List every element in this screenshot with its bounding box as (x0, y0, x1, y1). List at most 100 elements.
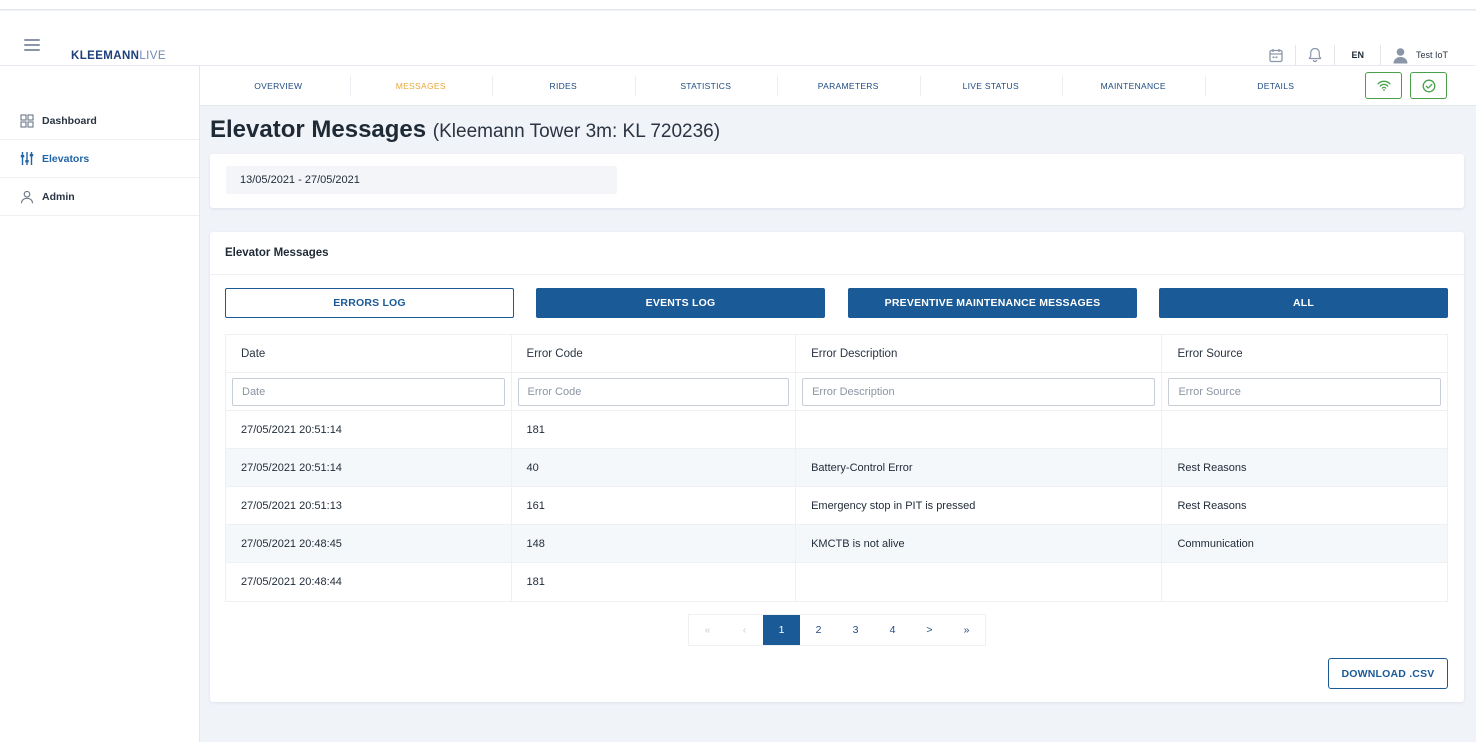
logo-light-text: LIVE (139, 50, 166, 62)
sliders-icon (20, 152, 34, 165)
sidebar-item-admin[interactable]: Admin (0, 178, 199, 216)
cell-error-code: 148 (512, 525, 797, 562)
grid-icon (20, 113, 34, 128)
log-type-buttons: ERRORS LOG EVENTS LOG PREVENTIVE MAINTEN… (225, 288, 1448, 318)
table-row[interactable]: 27/05/2021 20:48:45 148 KMCTB is not ali… (226, 525, 1447, 563)
error-source-filter-input[interactable] (1168, 377, 1441, 406)
page-button-2[interactable]: 2 (800, 615, 837, 645)
cell-error-description: Emergency stop in PIT is pressed (796, 487, 1163, 524)
cell-error-source (1162, 411, 1447, 448)
date-filter-input[interactable] (232, 377, 505, 406)
cell-date: 27/05/2021 20:51:14 (226, 449, 512, 486)
filter-cell (1162, 373, 1447, 410)
tab-overview[interactable]: OVERVIEW (207, 66, 350, 106)
filter-cell (512, 373, 797, 410)
tab-live-status[interactable]: LIVE STATUS (919, 66, 1063, 106)
page-title: Elevator Messages (Kleemann Tower 3m: KL… (210, 116, 720, 144)
logo-bold-text: KLEEMANN (71, 50, 140, 62)
top-bar: KLEEMANNLIVE EN Test IoT (0, 11, 1476, 65)
messages-card: Elevator Messages ERRORS LOG EVENTS LOG … (210, 232, 1464, 702)
page-button-1[interactable]: 1 (763, 615, 800, 645)
table-row[interactable]: 27/05/2021 20:51:13 161 Emergency stop i… (226, 487, 1447, 525)
cell-date: 27/05/2021 20:48:44 (226, 563, 512, 601)
calendar-icon[interactable] (1269, 41, 1284, 69)
next-page-button[interactable]: > (911, 615, 948, 645)
bell-icon[interactable] (1308, 41, 1322, 69)
cell-date: 27/05/2021 20:51:14 (226, 411, 512, 448)
app-logo[interactable]: KLEEMANNLIVE (71, 50, 166, 62)
user-icon (20, 190, 34, 203)
table-row[interactable]: 27/05/2021 20:51:14 40 Battery-Control E… (226, 449, 1447, 487)
card-divider (210, 274, 1464, 275)
date-range-picker[interactable]: 13/05/2021 - 27/05/2021 (226, 166, 617, 194)
health-status-button[interactable] (1410, 72, 1447, 99)
table-filter-row (226, 373, 1447, 411)
errors-log-button[interactable]: ERRORS LOG (225, 288, 514, 318)
cell-error-description (796, 411, 1163, 448)
download-csv-button[interactable]: DOWNLOAD .CSV (1328, 658, 1448, 689)
tab-rides[interactable]: RIDES (492, 66, 635, 106)
cell-error-code: 161 (512, 487, 797, 524)
tab-details[interactable]: DETAILS (1204, 66, 1348, 106)
sidebar-item-label: Admin (42, 190, 75, 203)
tab-list: OVERVIEW MESSAGES RIDES STATISTICS PARAM… (207, 66, 1347, 106)
page-button-3[interactable]: 3 (837, 615, 874, 645)
tab-messages[interactable]: MESSAGES (349, 66, 493, 106)
menu-icon[interactable] (24, 39, 40, 51)
cell-date: 27/05/2021 20:51:13 (226, 487, 512, 524)
elevator-tabs: OVERVIEW MESSAGES RIDES STATISTICS PARAM… (200, 66, 1476, 106)
top-bar-actions: EN Test IoT (1269, 41, 1448, 69)
sidebar-menu: Dashboard Elevators Admin (0, 102, 199, 216)
user-name: Test IoT (1415, 50, 1448, 60)
avatar-icon (1393, 47, 1408, 63)
user-menu[interactable]: Test IoT (1393, 41, 1448, 69)
sidebar-item-dashboard[interactable]: Dashboard (0, 102, 199, 140)
tab-statistics[interactable]: STATISTICS (634, 66, 778, 106)
window-top-edge (0, 0, 1476, 10)
toolbar-divider (1295, 45, 1297, 65)
messages-table: Date Error Code Error Description Error … (225, 334, 1448, 602)
toolbar-divider (1379, 45, 1381, 65)
filter-cell (226, 373, 512, 410)
cell-date: 27/05/2021 20:48:45 (226, 525, 512, 562)
page-title-elevator: (Kleemann Tower 3m: KL 720236) (432, 121, 721, 142)
toolbar-divider (1334, 45, 1336, 65)
table-row[interactable]: 27/05/2021 20:48:44 181 (226, 563, 1447, 601)
error-description-filter-input[interactable] (802, 377, 1156, 406)
sidebar-item-elevators[interactable]: Elevators (0, 140, 199, 178)
table-row[interactable]: 27/05/2021 20:51:14 181 (226, 411, 1447, 449)
last-page-button[interactable]: » (948, 615, 985, 645)
tab-parameters[interactable]: PARAMETERS (777, 66, 920, 106)
previous-page-button[interactable]: ‹ (726, 615, 763, 645)
table-header: Date Error Code Error Description Error … (226, 335, 1447, 373)
page-button-4[interactable]: 4 (874, 615, 911, 645)
check-circle-icon (1422, 79, 1435, 92)
cell-error-source: Communication (1177, 537, 1254, 550)
sidebar-item-label: Elevators (42, 152, 90, 165)
connection-status-button[interactable] (1365, 72, 1402, 99)
column-header-date[interactable]: Date (226, 335, 512, 372)
cell-error-description (796, 563, 1163, 601)
wifi-icon (1376, 80, 1391, 91)
page-title-main: Elevator Messages (210, 116, 427, 143)
language-selector[interactable]: EN (1347, 41, 1368, 69)
column-header-error-description[interactable]: Error Description (796, 335, 1163, 372)
events-log-button[interactable]: EVENTS LOG (536, 288, 825, 318)
error-code-filter-input[interactable] (517, 377, 790, 406)
cell-error-code: 181 (512, 411, 797, 448)
sidebar: Dashboard Elevators Admin (0, 66, 200, 742)
cell-error-code: 181 (512, 563, 797, 601)
date-range-card: 13/05/2021 - 27/05/2021 (210, 154, 1464, 208)
tab-maintenance[interactable]: MAINTENANCE (1062, 66, 1205, 106)
cell-error-description: Battery-Control Error (796, 449, 1163, 486)
preventive-maintenance-button[interactable]: PREVENTIVE MAINTENANCE MESSAGES (848, 288, 1137, 318)
sidebar-item-label: Dashboard (42, 114, 97, 127)
all-messages-button[interactable]: ALL (1159, 288, 1448, 318)
cell-error-source: Rest Reasons (1177, 499, 1247, 512)
first-page-button[interactable]: « (689, 615, 726, 645)
column-header-error-code[interactable]: Error Code (512, 335, 797, 372)
cell-error-description: KMCTB is not alive (796, 525, 1163, 562)
filter-cell (796, 373, 1163, 410)
cell-error-code: 40 (512, 449, 797, 486)
column-header-error-source[interactable]: Error Source (1162, 335, 1447, 372)
